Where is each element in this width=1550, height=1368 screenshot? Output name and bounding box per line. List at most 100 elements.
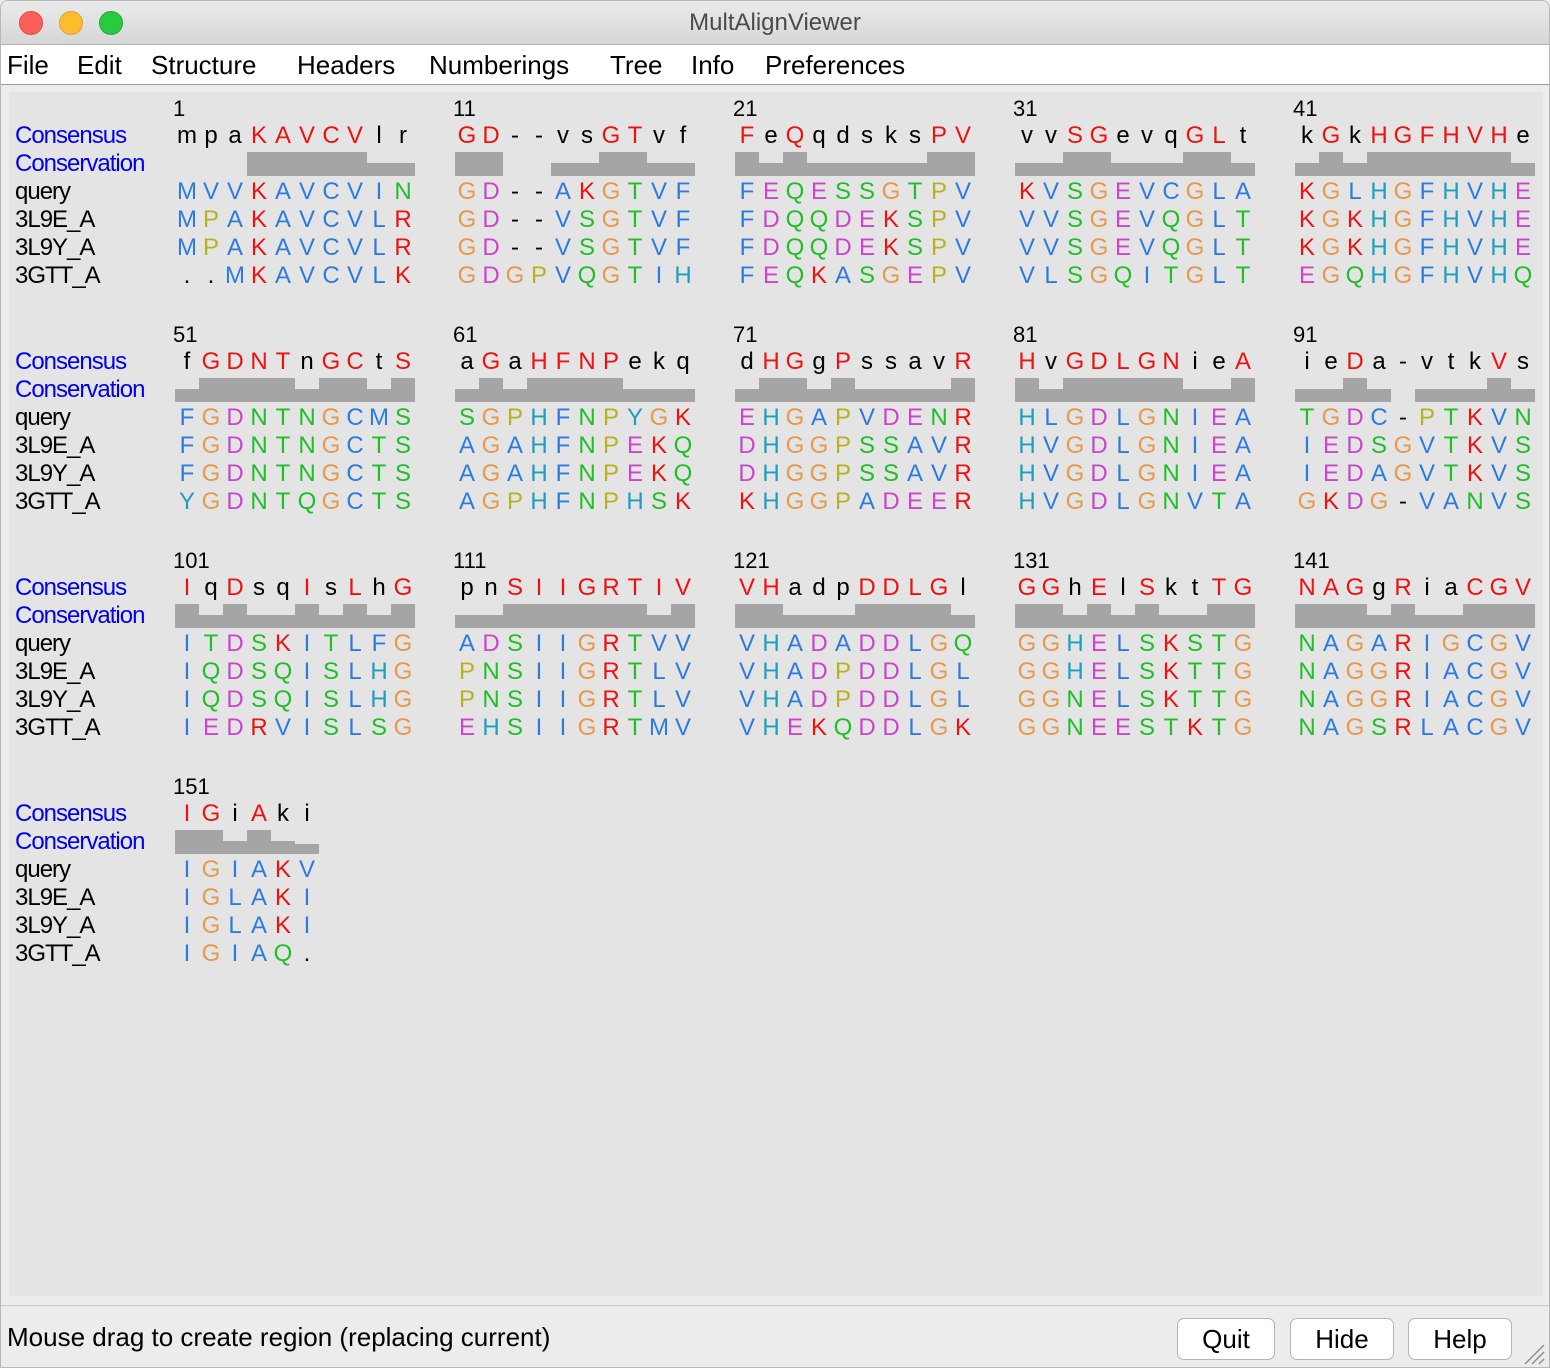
sequence-residue[interactable]: H — [527, 488, 551, 516]
sequence-residue[interactable]: C — [319, 206, 343, 234]
sequence-residue[interactable]: D — [223, 630, 247, 658]
sequence-residue[interactable]: V — [671, 658, 695, 686]
sequence-residue[interactable]: V — [1487, 460, 1511, 488]
sequence-residue[interactable]: S — [1511, 460, 1535, 488]
sequence-residue[interactable]: D — [223, 686, 247, 714]
sequence-residue[interactable]: L — [1207, 234, 1231, 262]
sequence-residue[interactable]: D — [1343, 404, 1367, 432]
menu-headers[interactable]: Headers — [297, 50, 395, 81]
sequence-residue[interactable]: H — [1487, 234, 1511, 262]
consensus-residue[interactable]: G — [391, 574, 415, 602]
sequence-residue[interactable]: A — [1231, 404, 1255, 432]
consensus-residue[interactable]: T — [623, 122, 647, 150]
sequence-residue[interactable]: G — [1391, 460, 1415, 488]
consensus-residue[interactable]: A — [271, 122, 295, 150]
sequence-residue[interactable]: I — [223, 940, 247, 968]
sequence-residue[interactable]: V — [1511, 686, 1535, 714]
consensus-residue[interactable]: G — [1343, 574, 1367, 602]
conservation-row-label[interactable]: Conservation — [15, 150, 145, 178]
consensus-residue[interactable]: e — [1207, 348, 1231, 376]
sequence-residue[interactable]: V — [1463, 262, 1487, 290]
consensus-residue[interactable]: k — [1343, 122, 1367, 150]
sequence-residue[interactable]: L — [1207, 178, 1231, 206]
sequence-residue[interactable]: R — [1391, 686, 1415, 714]
sequence-residue[interactable]: L — [1111, 630, 1135, 658]
sequence-residue[interactable]: S — [575, 234, 599, 262]
sequence-residue[interactable]: G — [807, 488, 831, 516]
sequence-residue[interactable]: N — [1295, 714, 1319, 742]
consensus-residue[interactable]: F — [551, 348, 575, 376]
sequence-residue[interactable]: A — [807, 404, 831, 432]
sequence-residue[interactable]: V — [927, 460, 951, 488]
sequence-residue[interactable]: G — [1015, 630, 1039, 658]
sequence-residue[interactable]: G — [1487, 686, 1511, 714]
consensus-residue[interactable]: V — [1463, 122, 1487, 150]
sequence-residue[interactable]: Q — [1111, 262, 1135, 290]
menu-edit[interactable]: Edit — [77, 50, 122, 81]
sequence-residue[interactable]: E — [903, 262, 927, 290]
sequence-residue[interactable]: V — [343, 206, 367, 234]
sequence-residue[interactable]: G — [1039, 686, 1063, 714]
sequence-residue[interactable]: G — [1015, 714, 1039, 742]
sequence-residue[interactable]: P — [927, 178, 951, 206]
sequence-residue[interactable]: H — [1015, 404, 1039, 432]
sequence-residue[interactable]: L — [1111, 686, 1135, 714]
sequence-residue[interactable]: A — [223, 206, 247, 234]
consensus-residue[interactable]: R — [599, 574, 623, 602]
sequence-residue[interactable]: S — [1063, 178, 1087, 206]
sequence-residue[interactable]: T — [367, 488, 391, 516]
sequence-residue[interactable]: C — [319, 234, 343, 262]
consensus-residue[interactable]: F — [1415, 122, 1439, 150]
sequence-residue[interactable]: Y — [623, 404, 647, 432]
sequence-residue[interactable]: T — [1439, 460, 1463, 488]
sequence-residue[interactable]: V — [1015, 234, 1039, 262]
consensus-residue[interactable]: G — [1231, 574, 1255, 602]
sequence-residue[interactable]: V — [1415, 488, 1439, 516]
sequence-residue[interactable]: H — [1367, 206, 1391, 234]
sequence-residue[interactable]: D — [1087, 460, 1111, 488]
sequence-residue[interactable]: G — [1231, 658, 1255, 686]
sequence-residue[interactable]: S — [1063, 234, 1087, 262]
sequence-residue[interactable]: V — [1039, 234, 1063, 262]
sequence-residue[interactable]: P — [599, 460, 623, 488]
sequence-residue[interactable]: H — [1063, 630, 1087, 658]
sequence-residue[interactable]: Q — [783, 206, 807, 234]
sequence-residue[interactable]: G — [927, 630, 951, 658]
sequence-name[interactable]: query — [15, 856, 71, 884]
sequence-residue[interactable]: T — [623, 206, 647, 234]
sequence-residue[interactable]: G — [1367, 658, 1391, 686]
sequence-residue[interactable]: Q — [1159, 234, 1183, 262]
consensus-residue[interactable]: D — [223, 574, 247, 602]
sequence-residue[interactable]: L — [343, 686, 367, 714]
sequence-residue[interactable]: S — [1511, 432, 1535, 460]
menu-file[interactable]: File — [7, 50, 49, 81]
sequence-residue[interactable]: S — [247, 630, 271, 658]
sequence-residue[interactable]: A — [455, 630, 479, 658]
conservation-row-label[interactable]: Conservation — [15, 602, 145, 630]
sequence-residue[interactable]: C — [1463, 658, 1487, 686]
sequence-residue[interactable]: S — [1135, 630, 1159, 658]
sequence-residue[interactable]: T — [271, 488, 295, 516]
sequence-residue[interactable]: N — [391, 178, 415, 206]
sequence-residue[interactable]: G — [1319, 234, 1343, 262]
sequence-residue[interactable]: V — [199, 178, 223, 206]
sequence-residue[interactable]: S — [391, 488, 415, 516]
consensus-residue[interactable]: v — [1135, 122, 1159, 150]
sequence-residue[interactable]: V — [1135, 178, 1159, 206]
sequence-residue[interactable]: I — [295, 884, 319, 912]
sequence-residue[interactable]: E — [759, 262, 783, 290]
menu-info[interactable]: Info — [691, 50, 734, 81]
sequence-residue[interactable]: T — [271, 432, 295, 460]
consensus-residue[interactable]: F — [735, 122, 759, 150]
sequence-residue[interactable]: A — [783, 630, 807, 658]
sequence-residue[interactable]: K — [247, 178, 271, 206]
consensus-residue[interactable]: s — [879, 348, 903, 376]
sequence-residue[interactable]: V — [271, 714, 295, 742]
sequence-residue[interactable]: P — [831, 460, 855, 488]
sequence-residue[interactable]: H — [671, 262, 695, 290]
sequence-residue[interactable]: D — [879, 686, 903, 714]
sequence-residue[interactable]: N — [1063, 714, 1087, 742]
sequence-residue[interactable]: D — [759, 206, 783, 234]
sequence-residue[interactable]: K — [1343, 206, 1367, 234]
sequence-residue[interactable]: V — [223, 178, 247, 206]
